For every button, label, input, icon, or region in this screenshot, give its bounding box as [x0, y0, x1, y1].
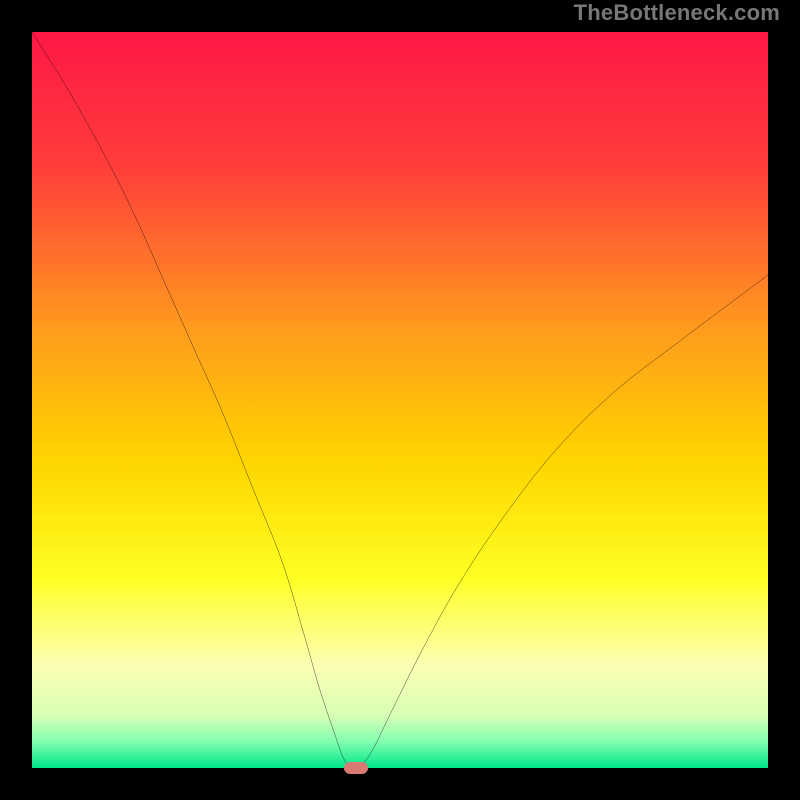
bottleneck-curve	[32, 32, 768, 768]
plot-area	[32, 32, 768, 768]
optimal-marker	[344, 762, 368, 774]
chart-frame: TheBottleneck.com	[0, 0, 800, 800]
watermark-text: TheBottleneck.com	[574, 0, 780, 26]
